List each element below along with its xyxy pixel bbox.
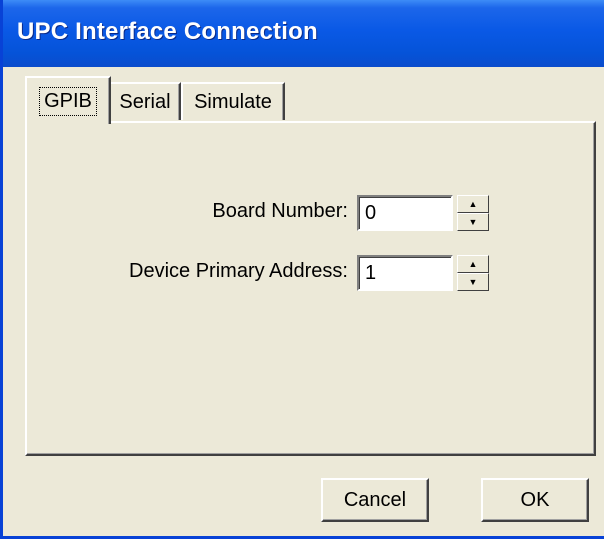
window-title: UPC Interface Connection bbox=[17, 18, 318, 45]
device-address-stepper[interactable]: ▲ ▼ bbox=[457, 255, 489, 291]
device-address-label: Device Primary Address: bbox=[129, 260, 348, 282]
board-number-up-arrow-icon[interactable]: ▲ bbox=[457, 195, 489, 213]
tab-serial[interactable]: Serial bbox=[109, 82, 181, 120]
tab-gpib[interactable]: GPIB bbox=[25, 76, 111, 124]
board-number-field[interactable] bbox=[357, 195, 453, 231]
tab-simulate-label: Simulate bbox=[194, 90, 272, 113]
tab-simulate[interactable]: Simulate bbox=[181, 82, 285, 120]
ok-button[interactable]: OK bbox=[481, 478, 589, 522]
device-address-down-arrow-icon[interactable]: ▼ bbox=[457, 273, 489, 291]
tab-panel-gpib: Board Number: ▲ ▼ Device Primary Address… bbox=[25, 121, 596, 456]
title-bar[interactable]: UPC Interface Connection bbox=[3, 0, 604, 67]
tab-gpib-label: GPIB bbox=[39, 86, 97, 116]
cancel-button[interactable]: Cancel bbox=[321, 478, 429, 522]
board-number-down-arrow-icon[interactable]: ▼ bbox=[457, 213, 489, 231]
tab-serial-label: Serial bbox=[119, 90, 171, 113]
device-address-field[interactable] bbox=[357, 255, 453, 291]
board-number-stepper[interactable]: ▲ ▼ bbox=[457, 195, 489, 231]
device-address-up-arrow-icon[interactable]: ▲ bbox=[457, 255, 489, 273]
board-number-label: Board Number: bbox=[212, 200, 348, 222]
dialog-window: UPC Interface Connection GPIB Serial Sim… bbox=[0, 0, 604, 539]
